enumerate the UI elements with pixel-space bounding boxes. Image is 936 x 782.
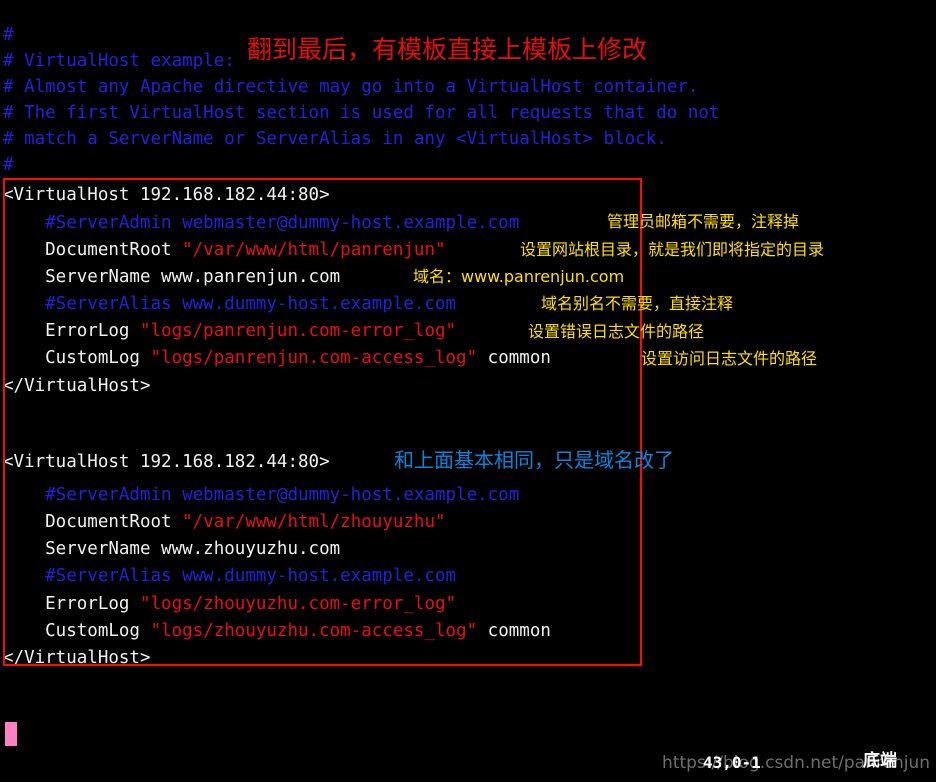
terminal-text-segment: # match a ServerName or ServerAlias in a… bbox=[3, 129, 667, 149]
annotation-error-log: 设置错误日志文件的路径 bbox=[528, 322, 705, 341]
terminal-text-segment: ErrorLog bbox=[3, 594, 140, 614]
terminal-text-segment: DocumentRoot bbox=[3, 512, 183, 532]
terminal-text-segment: # bbox=[3, 25, 14, 45]
terminal-text-segment: CustomLog bbox=[3, 621, 151, 641]
terminal-line: ErrorLog "logs/panrenjun.com-error_log" bbox=[3, 318, 456, 344]
terminal-text-segment: # VirtualHost example: bbox=[3, 51, 235, 71]
terminal-text-segment: ErrorLog bbox=[3, 321, 140, 341]
terminal-line: DocumentRoot "/var/www/html/zhouyuzhu" bbox=[3, 509, 446, 535]
annotation-document-root: 设置网站根目录，就是我们即将指定的目录 bbox=[520, 240, 825, 259]
status-bottom-label: 底端 bbox=[863, 751, 897, 771]
terminal-line: DocumentRoot "/var/www/html/panrenjun" bbox=[3, 237, 446, 263]
terminal-text-segment: #ServerAlias www.dummy-host.example.com bbox=[3, 566, 457, 586]
terminal-text-segment: "logs/zhouyuzhu.com-error_log" bbox=[139, 594, 457, 614]
annotation-same-as-above: 和上面基本相同，只是域名改了 bbox=[394, 448, 674, 472]
terminal-line: ServerName www.zhouyuzhu.com bbox=[3, 536, 340, 562]
annotation-custom-log: 设置访问日志文件的路径 bbox=[641, 349, 818, 368]
terminal-line: # Almost any Apache directive may go int… bbox=[3, 74, 698, 100]
terminal-text-segment: ServerName www.zhouyuzhu.com bbox=[3, 539, 341, 559]
terminal-line: #ServerAlias www.dummy-host.example.com bbox=[3, 563, 456, 589]
terminal-line: #ServerAlias www.dummy-host.example.com bbox=[3, 291, 456, 317]
terminal-line: # bbox=[3, 22, 14, 48]
terminal-screen: # # VirtualHost example: # Almost any Apac… bbox=[0, 0, 936, 782]
status-cursor-position: 43,0-1 bbox=[703, 753, 761, 772]
terminal-line: #ServerAdmin webmaster@dummy-host.exampl… bbox=[3, 210, 519, 236]
csdn-watermark: https://blog.csdn.net/panrenjun bbox=[662, 753, 930, 773]
terminal-text-segment: DocumentRoot bbox=[3, 240, 183, 260]
terminal-line: </VirtualHost> bbox=[3, 373, 151, 399]
terminal-text-segment: CustomLog bbox=[3, 348, 151, 368]
terminal-line: ErrorLog "logs/zhouyuzhu.com-error_log" bbox=[3, 591, 456, 617]
terminal-line: ServerName www.panrenjun.com bbox=[3, 264, 340, 290]
terminal-text-segment: # The first VirtualHost section is used … bbox=[3, 103, 720, 123]
terminal-line: CustomLog "logs/zhouyuzhu.com-access_log… bbox=[3, 618, 551, 644]
terminal-text-segment: "logs/panrenjun.com-error_log" bbox=[139, 321, 457, 341]
terminal-text-segment: "/var/www/html/panrenjun" bbox=[182, 240, 446, 260]
terminal-line: <VirtualHost 192.168.182.44:80> bbox=[3, 449, 330, 475]
terminal-line: CustomLog "logs/panrenjun.com-access_log… bbox=[3, 345, 551, 371]
terminal-line: # bbox=[3, 152, 14, 178]
terminal-text-segment: "logs/panrenjun.com-access_log" bbox=[150, 348, 478, 368]
terminal-cursor bbox=[5, 722, 17, 746]
terminal-line: # match a ServerName or ServerAlias in a… bbox=[3, 126, 667, 152]
terminal-text-segment: "/var/www/html/zhouyuzhu" bbox=[182, 512, 446, 532]
terminal-line: # VirtualHost example: bbox=[3, 48, 235, 74]
terminal-line: </VirtualHost> bbox=[3, 645, 151, 671]
terminal-text-segment: #ServerAdmin webmaster@dummy-host.exampl… bbox=[3, 485, 520, 505]
terminal-text-segment: #ServerAlias www.dummy-host.example.com bbox=[3, 294, 457, 314]
terminal-text-segment: ServerName www.panrenjun.com bbox=[3, 267, 341, 287]
terminal-text-segment: common bbox=[477, 348, 551, 368]
terminal-text-segment: #ServerAdmin webmaster@dummy-host.exampl… bbox=[3, 213, 520, 233]
terminal-text-segment: "logs/zhouyuzhu.com-access_log" bbox=[150, 621, 478, 641]
terminal-text-segment: <VirtualHost 192.168.182.44:80> bbox=[3, 185, 330, 205]
annotation-server-name: 域名：www.panrenjun.com bbox=[413, 267, 625, 286]
annotation-admin-email: 管理员邮箱不需要，注释掉 bbox=[607, 212, 800, 231]
terminal-line: #ServerAdmin webmaster@dummy-host.exampl… bbox=[3, 482, 519, 508]
terminal-text-segment: <VirtualHost 192.168.182.44:80> bbox=[3, 452, 330, 472]
terminal-text-segment: # Almost any Apache directive may go int… bbox=[3, 77, 699, 97]
terminal-text-area[interactable]: # # VirtualHost example: # Almost any Apac… bbox=[0, 0, 936, 782]
terminal-text-segment: </VirtualHost> bbox=[3, 648, 151, 668]
terminal-line: # The first VirtualHost section is used … bbox=[3, 100, 719, 126]
terminal-line: <VirtualHost 192.168.182.44:80> bbox=[3, 182, 330, 208]
annotation-scroll-to-end: 翻到最后，有模板直接上模板上修改 bbox=[247, 35, 648, 64]
terminal-text-segment: </VirtualHost> bbox=[3, 376, 151, 396]
annotation-server-alias: 域名别名不需要，直接注释 bbox=[541, 294, 734, 313]
terminal-text-segment: common bbox=[477, 621, 551, 641]
terminal-text-segment: # bbox=[3, 155, 14, 175]
